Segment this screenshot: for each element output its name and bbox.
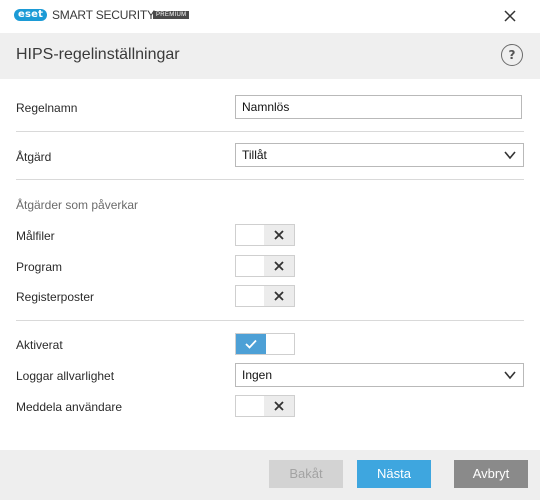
eset-logo: eset — [14, 9, 48, 21]
checkmark-icon — [245, 339, 257, 349]
help-icon[interactable]: ? — [501, 44, 523, 66]
action-select[interactable]: Tillåt — [235, 143, 524, 167]
registry-label: Registerposter — [16, 290, 95, 304]
log-severity-select[interactable]: Ingen — [235, 363, 524, 387]
log-severity-label: Loggar allvarlighet — [16, 369, 115, 383]
close-icon[interactable] — [500, 6, 520, 26]
edition-badge: PREMIUM — [153, 11, 190, 19]
enabled-label: Aktiverat — [16, 338, 63, 352]
notify-user-toggle[interactable] — [235, 395, 295, 417]
chevron-down-icon — [504, 151, 516, 160]
x-icon — [274, 291, 284, 301]
rule-name-input[interactable]: Namnlös — [235, 95, 522, 119]
divider — [16, 131, 524, 132]
divider — [16, 320, 524, 321]
back-button[interactable]: Bakåt — [269, 460, 343, 488]
divider — [16, 179, 524, 180]
next-button[interactable]: Nästa — [357, 460, 431, 488]
cancel-button[interactable]: Avbryt — [454, 460, 528, 488]
applications-label: Program — [16, 260, 63, 274]
notify-user-label: Meddela användare — [16, 400, 123, 414]
chevron-down-icon — [504, 371, 516, 380]
applications-toggle[interactable] — [235, 255, 295, 277]
x-icon — [274, 230, 284, 240]
x-icon — [274, 261, 284, 271]
title-bar: eset SMART SECURITY PREMIUM — [0, 0, 540, 33]
registry-toggle[interactable] — [235, 285, 295, 307]
log-severity-value: Ingen — [242, 368, 273, 382]
target-files-toggle[interactable] — [235, 224, 295, 246]
target-files-label: Målfiler — [16, 229, 55, 243]
action-select-value: Tillåt — [242, 148, 267, 162]
action-label: Åtgärd — [16, 150, 52, 164]
enabled-toggle[interactable] — [235, 333, 295, 355]
page-title: HIPS-regelinställningar — [16, 46, 180, 63]
section-heading: Åtgärder som påverkar — [16, 198, 139, 212]
product-name: SMART SECURITY — [52, 8, 155, 22]
dialog-header: HIPS-regelinställningar ? — [0, 33, 540, 79]
x-icon — [274, 401, 284, 411]
rule-name-label: Regelnamn — [16, 101, 78, 115]
